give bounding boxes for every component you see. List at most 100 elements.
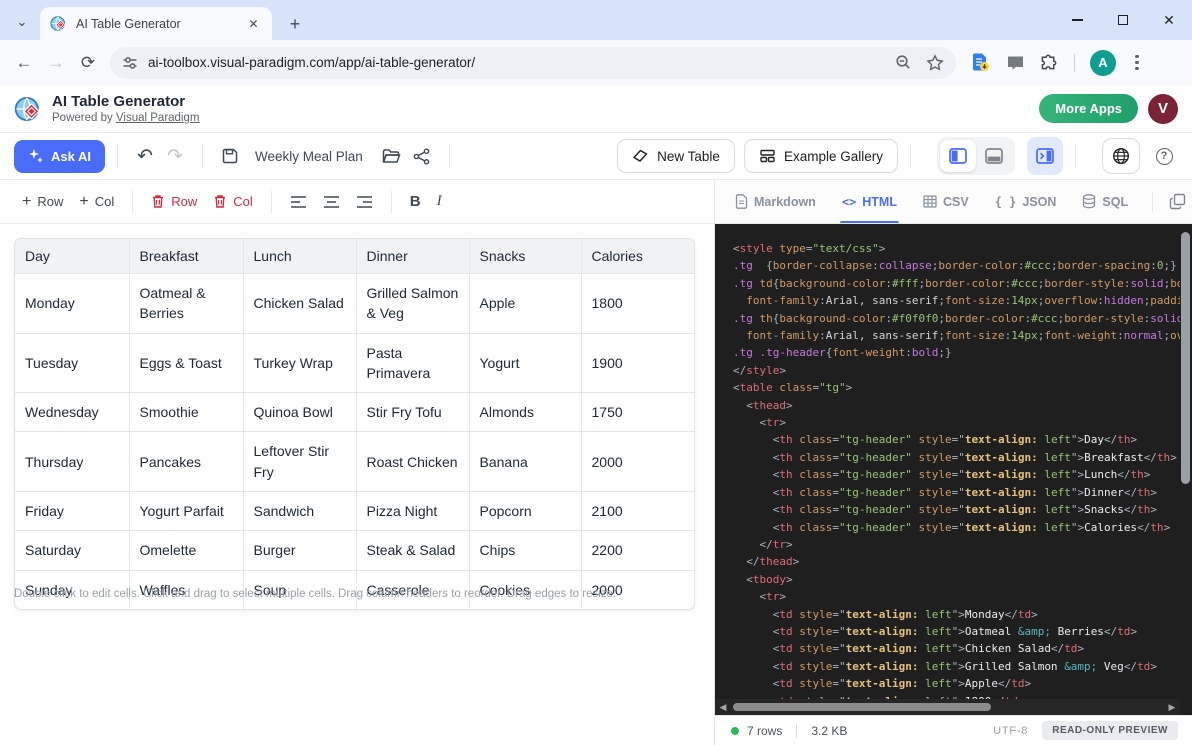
align-left-button[interactable] xyxy=(282,189,315,215)
table-cell[interactable]: Wednesday xyxy=(15,393,129,432)
table-cell[interactable]: Popcorn xyxy=(469,492,581,531)
code-content[interactable]: <style type="text/css">.tg {border-colla… xyxy=(715,224,1180,699)
vertical-scrollbar-thumb[interactable] xyxy=(1181,232,1190,484)
split-horizontal-button[interactable] xyxy=(976,140,1012,172)
delete-col-button[interactable]: Col xyxy=(205,188,261,215)
copy-icon[interactable] xyxy=(1169,193,1186,210)
table-cell[interactable]: 1750 xyxy=(581,393,695,432)
site-settings-icon[interactable] xyxy=(122,55,138,71)
table-cell[interactable]: Pasta Primavera xyxy=(356,333,469,393)
table-cell[interactable]: Chips xyxy=(469,531,581,570)
table-cell[interactable]: 2000 xyxy=(581,432,695,492)
tab-html[interactable]: <> HTML xyxy=(840,180,899,223)
column-header-breakfast[interactable]: Breakfast xyxy=(129,239,243,274)
toggle-preview-panel-button[interactable] xyxy=(1027,137,1063,175)
table-cell[interactable]: Tuesday xyxy=(15,333,129,393)
tab-markdown[interactable]: Markdown xyxy=(733,180,818,223)
table-cell[interactable]: Steak & Salad xyxy=(356,531,469,570)
more-apps-button[interactable]: More Apps xyxy=(1039,94,1138,123)
browser-profile-avatar[interactable]: A xyxy=(1090,50,1116,76)
table-cell[interactable]: Smoothie xyxy=(129,393,243,432)
table-cell[interactable]: Eggs & Toast xyxy=(129,333,243,393)
url-bar[interactable]: ai-toolbox.visual-paradigm.com/app/ai-ta… xyxy=(110,47,956,79)
table-cell[interactable]: Apple xyxy=(469,274,581,334)
undo-button[interactable]: ↶ xyxy=(130,141,160,171)
table-cell[interactable]: Yogurt xyxy=(469,333,581,393)
table-cell[interactable]: Banana xyxy=(469,432,581,492)
tab-json[interactable]: { } JSON xyxy=(993,180,1059,223)
maximize-button[interactable] xyxy=(1100,0,1146,40)
table-cell[interactable]: Grilled Salmon & Veg xyxy=(356,274,469,334)
bold-button[interactable]: B xyxy=(402,187,429,216)
minimize-button[interactable] xyxy=(1054,0,1100,40)
user-avatar[interactable]: V xyxy=(1148,94,1178,124)
table-cell[interactable]: Chicken Salad xyxy=(243,274,356,334)
table-cell[interactable]: 2200 xyxy=(581,531,695,570)
example-gallery-button[interactable]: Example Gallery xyxy=(744,139,898,173)
table-cell[interactable]: Quinoa Bowl xyxy=(243,393,356,432)
back-button[interactable]: ← xyxy=(8,47,40,79)
column-header-snacks[interactable]: Snacks xyxy=(469,239,581,274)
new-table-button[interactable]: New Table xyxy=(617,139,735,173)
language-button[interactable] xyxy=(1102,138,1140,174)
table-cell[interactable]: Leftover Stir Fry xyxy=(243,432,356,492)
table-cell[interactable]: Thursday xyxy=(15,432,129,492)
table-cell[interactable]: Yogurt Parfait xyxy=(129,492,243,531)
table-cell[interactable]: Pancakes xyxy=(129,432,243,492)
table-cell[interactable]: Stir Fry Tofu xyxy=(356,393,469,432)
align-center-button[interactable] xyxy=(315,189,348,215)
table-cell[interactable]: Pizza Night xyxy=(356,492,469,531)
extensions-puzzle-icon[interactable] xyxy=(1040,53,1059,72)
table-cell[interactable]: Burger xyxy=(243,531,356,570)
translate-download-icon[interactable] xyxy=(970,52,991,73)
scroll-left-arrow[interactable]: ◀ xyxy=(715,699,731,715)
chat-bubble-icon[interactable] xyxy=(1006,54,1025,72)
horizontal-scrollbar-thumb[interactable] xyxy=(733,703,991,711)
table-cell[interactable]: Oatmeal & Berries xyxy=(129,274,243,334)
document-title[interactable]: Weekly Meal Plan xyxy=(255,149,363,164)
redo-button[interactable]: ↷ xyxy=(160,141,190,171)
table-cell[interactable]: Almonds xyxy=(469,393,581,432)
forward-button[interactable]: → xyxy=(40,47,72,79)
italic-button[interactable]: I xyxy=(429,187,450,216)
visual-paradigm-link[interactable]: Visual Paradigm xyxy=(116,112,200,124)
save-button[interactable] xyxy=(215,141,245,171)
table-cell[interactable]: Omelette xyxy=(129,531,243,570)
column-header-lunch[interactable]: Lunch xyxy=(243,239,356,274)
align-right-button[interactable] xyxy=(348,189,381,215)
share-button[interactable] xyxy=(407,141,437,171)
close-button[interactable]: ✕ xyxy=(1146,0,1192,40)
reload-button[interactable]: ⟳ xyxy=(72,47,104,79)
table-cell[interactable]: Sandwich xyxy=(243,492,356,531)
tab-search-button[interactable]: ⌄ xyxy=(8,9,36,35)
column-header-calories[interactable]: Calories xyxy=(581,239,695,274)
horizontal-scrollbar-track[interactable] xyxy=(731,699,1164,715)
browser-tab[interactable]: AI Table Generator ✕ xyxy=(40,7,272,40)
open-file-button[interactable] xyxy=(377,141,407,171)
table-cell[interactable]: Friday xyxy=(15,492,129,531)
delete-row-button[interactable]: Row xyxy=(143,188,205,215)
bookmark-star-icon[interactable] xyxy=(926,54,944,72)
help-button[interactable]: ? xyxy=(1150,142,1178,170)
table-cell[interactable]: Monday xyxy=(15,274,129,334)
tab-close-icon[interactable]: ✕ xyxy=(245,15,262,32)
table-cell[interactable]: Saturday xyxy=(15,531,129,570)
table-cell[interactable]: Turkey Wrap xyxy=(243,333,356,393)
table-cell[interactable]: 1900 xyxy=(581,333,695,393)
add-col-button[interactable]: + Col xyxy=(71,188,122,216)
add-row-button[interactable]: + Row xyxy=(14,188,71,216)
column-header-day[interactable]: Day xyxy=(15,239,129,274)
table-cell[interactable]: 2100 xyxy=(581,492,695,531)
browser-menu-button[interactable] xyxy=(1131,51,1143,75)
zoom-out-icon[interactable] xyxy=(895,54,912,71)
new-tab-button[interactable]: + xyxy=(282,11,308,37)
tab-csv[interactable]: CSV xyxy=(921,180,971,223)
table-cell[interactable]: Roast Chicken xyxy=(356,432,469,492)
url-text[interactable]: ai-toolbox.visual-paradigm.com/app/ai-ta… xyxy=(148,55,887,70)
table-cell[interactable]: 1800 xyxy=(581,274,695,334)
tab-sql[interactable]: SQL xyxy=(1080,180,1130,223)
scroll-right-arrow[interactable]: ▶ xyxy=(1164,699,1180,715)
split-vertical-button[interactable] xyxy=(940,140,976,172)
ask-ai-button[interactable]: Ask AI xyxy=(14,140,105,173)
column-header-dinner[interactable]: Dinner xyxy=(356,239,469,274)
